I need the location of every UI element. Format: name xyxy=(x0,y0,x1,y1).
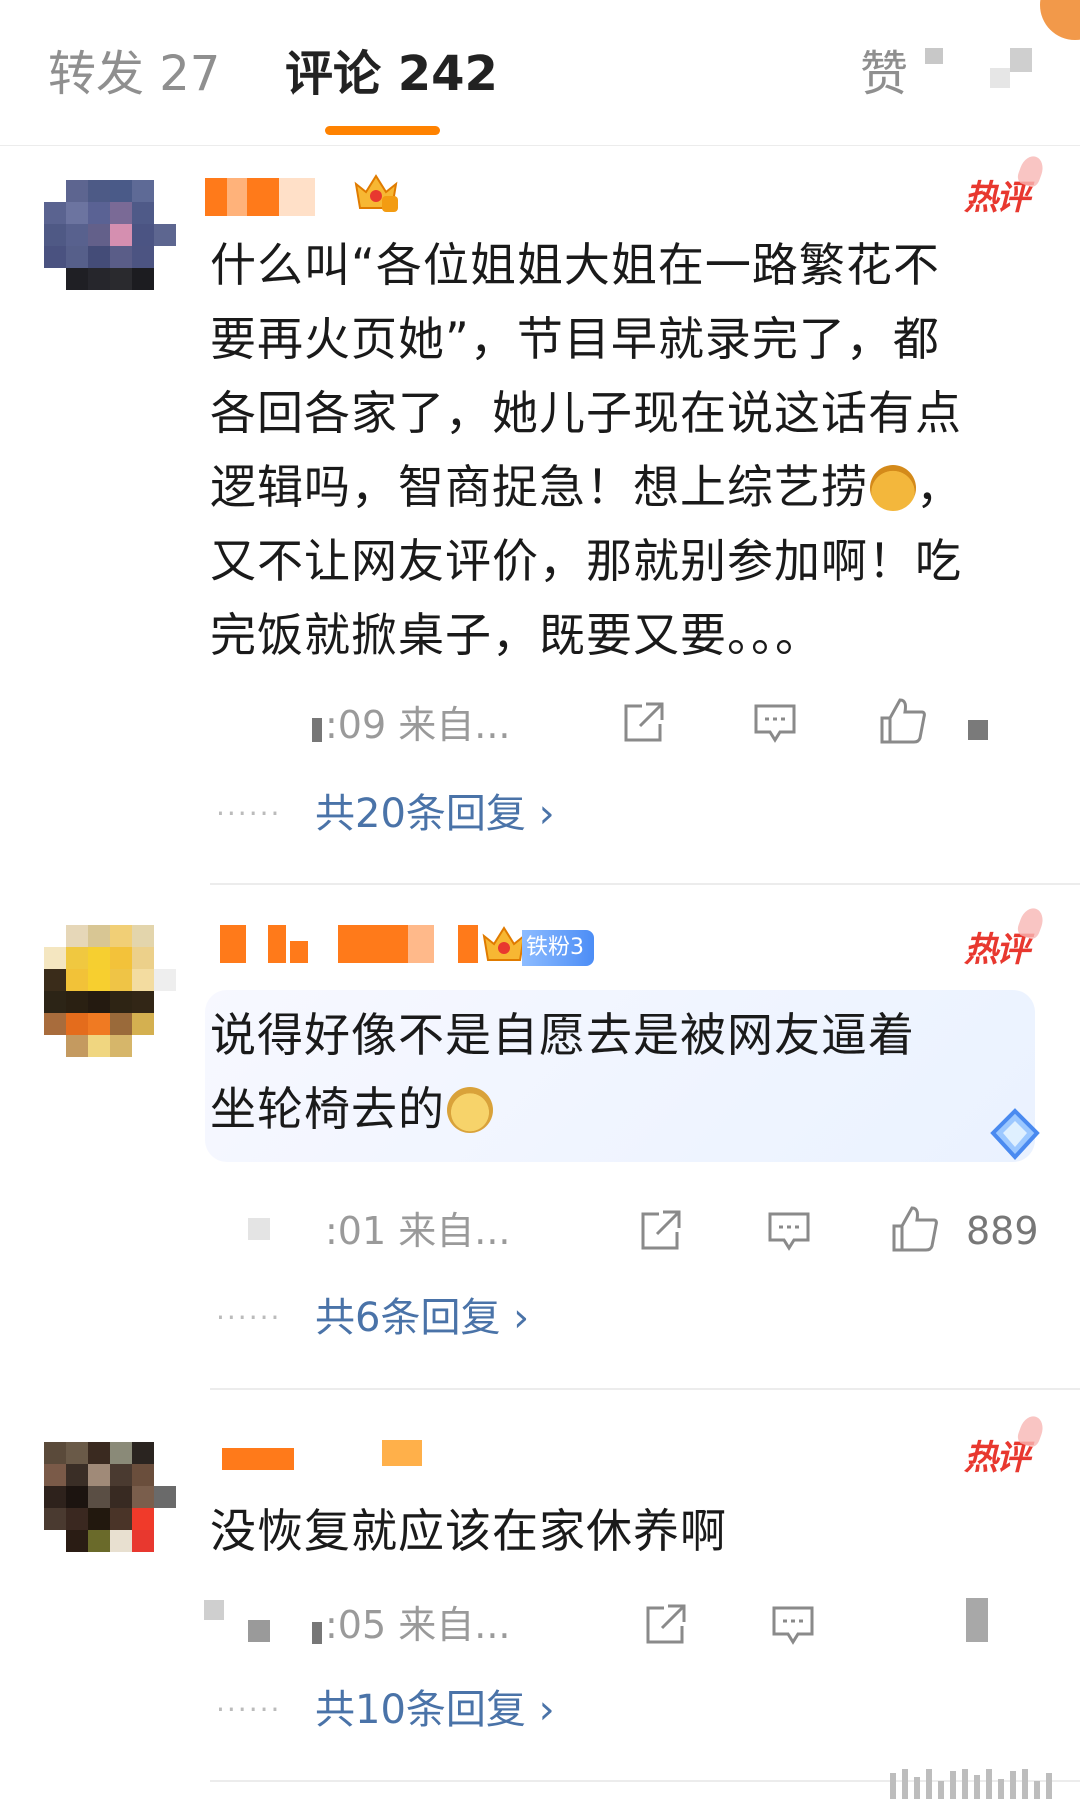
avatar[interactable] xyxy=(44,1442,176,1574)
comment-line: 说得好像不是自愿去是被网友逼着 xyxy=(210,1008,915,1062)
sick-face-icon xyxy=(447,1087,493,1133)
comment-line: 要再火页她”，节目早就录完了，都 xyxy=(210,312,940,366)
comment-time: :01 xyxy=(325,1209,387,1253)
comment-line: 完饭就掀桌子，既要又要。。。 xyxy=(210,608,822,662)
redacted-like-count xyxy=(968,720,988,740)
redacted-date xyxy=(312,1622,322,1644)
comment-icon[interactable] xyxy=(766,1208,812,1254)
share-icon[interactable] xyxy=(642,1602,688,1648)
pixelated-count xyxy=(1010,48,1032,72)
redacted-like-button[interactable] xyxy=(966,1598,988,1642)
comment-source: 来自... xyxy=(398,1209,511,1253)
tab-repost[interactable]: 转发 27 xyxy=(48,44,220,104)
comment-line: 又不让网友评价，那就别参加啊！吃 xyxy=(210,534,962,588)
hot-comment-badge: 热评 xyxy=(964,170,1030,219)
comment-meta: :05 来自... xyxy=(325,1600,511,1650)
comment-source: 来自... xyxy=(398,1603,511,1647)
divider xyxy=(210,1388,1080,1390)
hot-comment-badge: 热评 xyxy=(964,922,1030,971)
comment-meta: :09 来自... xyxy=(325,700,511,750)
username-redacted[interactable] xyxy=(205,178,315,216)
avatar[interactable] xyxy=(44,925,176,1057)
comment-time: :09 xyxy=(325,703,387,747)
reply-dots: ······ xyxy=(216,1693,282,1726)
comment-source: 来自... xyxy=(398,703,511,747)
view-replies-link[interactable]: 共20条回复 › xyxy=(315,786,555,842)
avatar[interactable] xyxy=(44,180,176,312)
crown-badge-icon xyxy=(352,170,400,214)
username-redacted[interactable] xyxy=(222,1440,294,1478)
active-tab-indicator xyxy=(325,126,440,135)
fan-level-badge: 铁粉3 xyxy=(470,930,594,966)
share-icon[interactable] xyxy=(620,700,666,746)
pixelated-count xyxy=(925,48,943,64)
comment-line: 各回各家了，她儿子现在说这话有点 xyxy=(210,386,962,440)
comment-line: 坐轮椅去的 xyxy=(210,1072,1030,1146)
hot-comment-badge: 热评 xyxy=(964,1430,1030,1479)
comment-text: 没恢复就应该在家休养啊 xyxy=(210,1494,1030,1568)
share-icon[interactable] xyxy=(637,1208,683,1254)
comment-meta: :01 来自... xyxy=(325,1206,511,1256)
redacted-date xyxy=(248,1218,270,1240)
tab-likes[interactable]: 赞 xyxy=(860,44,908,104)
tab-comments[interactable]: 评论 242 xyxy=(285,44,498,104)
view-replies-link[interactable]: 共6条回复 › xyxy=(315,1290,529,1346)
like-count: 889 xyxy=(966,1209,1039,1253)
username-redacted[interactable] xyxy=(382,1440,422,1466)
divider xyxy=(210,883,1080,885)
redacted-date xyxy=(312,718,322,742)
view-replies-link[interactable]: 共10条回复 › xyxy=(315,1682,555,1738)
comment-tabs: 转发 27 评论 242 赞 xyxy=(0,0,1080,146)
money-bag-icon xyxy=(870,465,916,511)
username-redacted[interactable] xyxy=(220,925,478,963)
watermark-bars xyxy=(890,1769,1052,1799)
comment-line: 什么叫“各位姐姐大姐在一路繁花不 xyxy=(210,238,940,292)
comment-text: 说得好像不是自愿去是被网友逼着 坐轮椅去的 xyxy=(210,998,1030,1146)
comment-time: :05 xyxy=(325,1603,387,1647)
like-icon[interactable] xyxy=(890,1204,938,1252)
comment-icon[interactable] xyxy=(752,700,798,746)
like-icon[interactable] xyxy=(878,696,926,744)
redacted-date xyxy=(248,1620,270,1642)
comment-text: 什么叫“各位姐姐大姐在一路繁花不 要再火页她”，节目早就录完了，都 各回各家了，… xyxy=(210,228,1030,672)
comment-icon[interactable] xyxy=(770,1602,816,1648)
redacted-date xyxy=(204,1600,224,1620)
reply-dots: ······ xyxy=(216,797,282,830)
comment-line: 逻辑吗，智商捉急！想上综艺捞， xyxy=(210,460,963,514)
pixelated-count xyxy=(990,68,1010,88)
comment-line: 没恢复就应该在家休养啊 xyxy=(210,1504,727,1558)
reply-dots: ······ xyxy=(216,1301,282,1334)
